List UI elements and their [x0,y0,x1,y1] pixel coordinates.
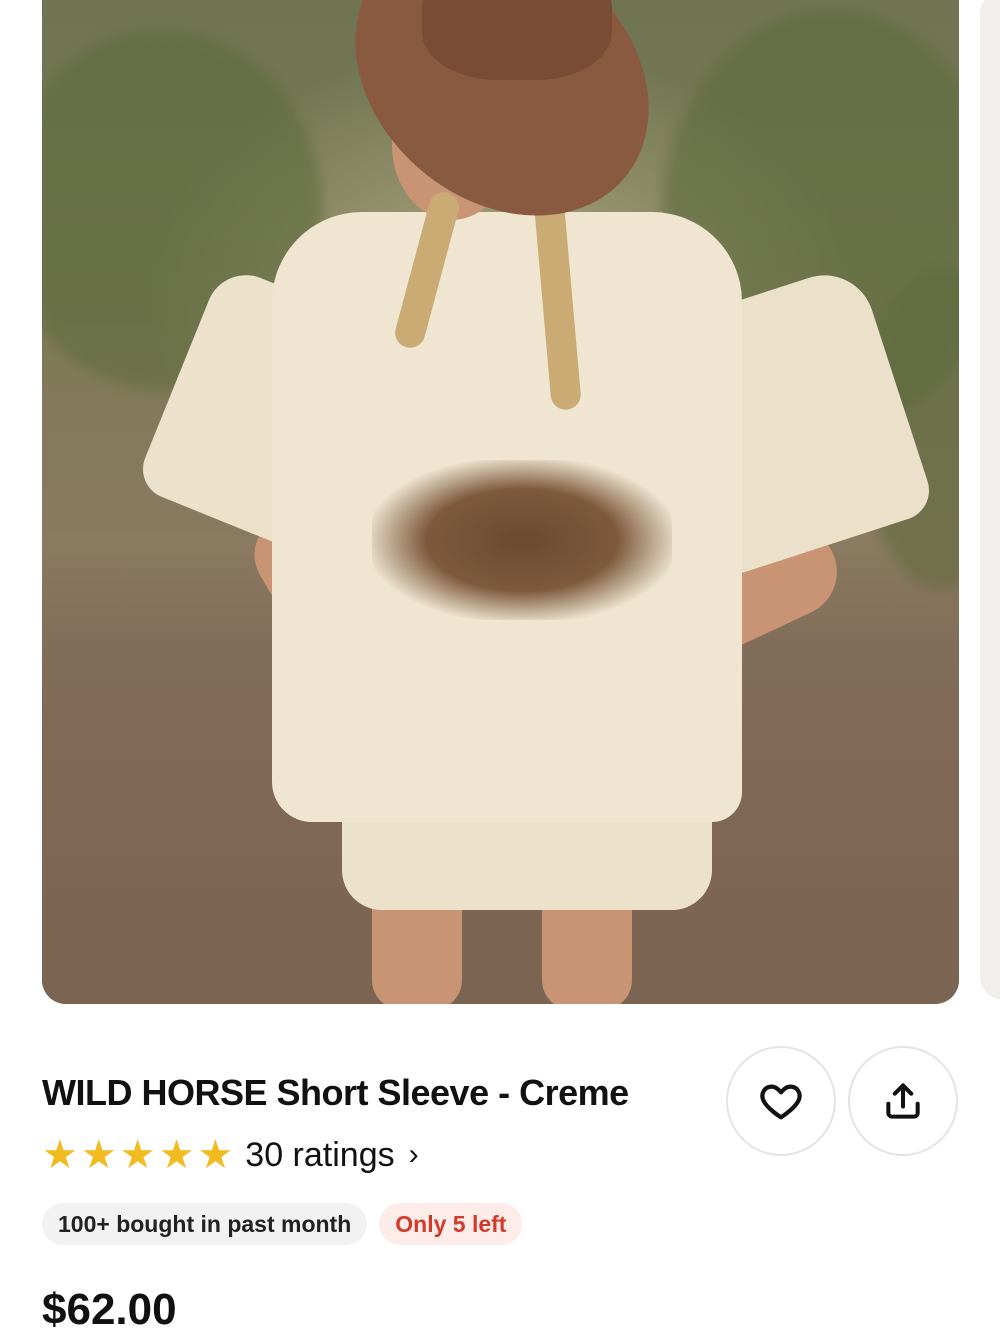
star-icon: ★ [158,1133,195,1177]
badges-row: 100+ bought in past month Only 5 left [42,1203,523,1245]
star-icon: ★ [119,1133,156,1177]
favorite-button[interactable] [726,1046,836,1156]
hat-crown [422,0,612,80]
star-icon: ★ [42,1133,78,1177]
product-page: WILD HORSE Short Sleeve - Creme ★ ★ ★ ★ … [0,0,1000,1333]
next-image-peek[interactable] [980,0,1000,1000]
ratings-count: 30 ratings [245,1135,395,1174]
star-rating: ★ ★ ★ ★ ★ [42,1135,233,1175]
heart-outline-icon [760,1084,802,1120]
stock-badge: Only 5 left [379,1203,523,1245]
star-icon: ★ [197,1133,234,1177]
product-title: WILD HORSE Short Sleeve - Creme [42,1072,629,1113]
product-image[interactable] [42,0,959,1004]
star-icon: ★ [80,1133,117,1177]
ratings-link[interactable]: ★ ★ ★ ★ ★ 30 ratings › [42,1133,419,1177]
chevron-right-icon: › [408,1138,419,1171]
share-button[interactable] [848,1046,958,1156]
share-upload-icon [886,1083,920,1119]
horse-print-graphic [372,460,672,620]
price: $62.00 [42,1285,177,1333]
bought-badge: 100+ bought in past month [42,1203,368,1245]
